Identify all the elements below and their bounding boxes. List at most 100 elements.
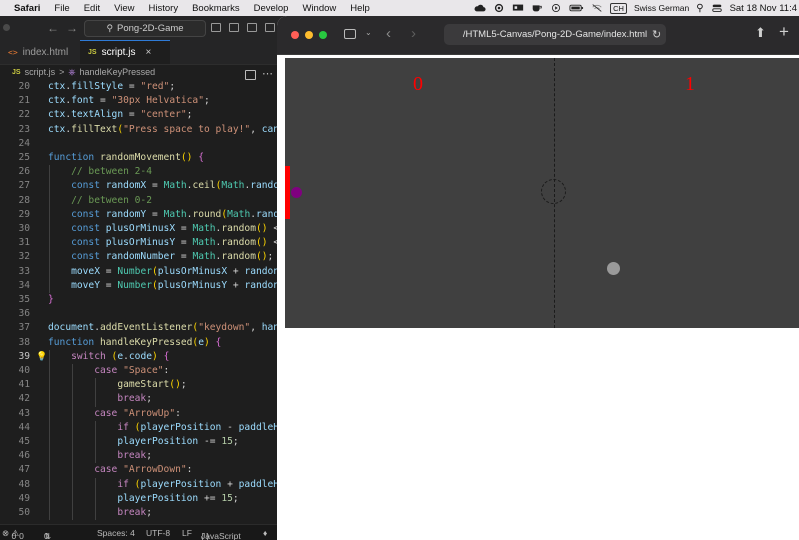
code-line[interactable]: 22 ctx.textAlign = "center";: [0, 108, 282, 122]
window-dot[interactable]: [3, 24, 10, 31]
code-line[interactable]: 35}: [0, 293, 282, 307]
toggle-sidebar-icon[interactable]: [211, 23, 221, 32]
code-line[interactable]: 28 // between 0-2: [0, 194, 282, 208]
code-text: case "ArrowUp":: [94, 407, 181, 419]
code-line[interactable]: 33 moveX = Number(plusOrMinusX + randon: [0, 265, 282, 279]
close-icon[interactable]: ×: [145, 47, 151, 58]
back-chevron-icon[interactable]: ‹: [386, 25, 391, 42]
editor-tab-bar: <> index.html JS script.js × ⋯: [0, 40, 282, 80]
status-bar: ⊗ 0 ⚠ 0 ⇅ 0 Spaces: 4 UTF-8 LF { } JavaS…: [0, 524, 282, 540]
menu-help[interactable]: Help: [343, 3, 377, 14]
cloud-icon[interactable]: [474, 3, 486, 13]
command-search-box[interactable]: ⚲ Pong-2D-Game: [84, 20, 206, 37]
menu-view[interactable]: View: [107, 3, 141, 14]
line-number: 32: [18, 251, 30, 263]
menu-clock[interactable]: Sat 18 Nov 11:4: [730, 3, 797, 14]
customize-layout-icon[interactable]: [265, 23, 275, 32]
breadcrumb-file[interactable]: script.js: [25, 67, 56, 77]
code-line[interactable]: 43 case "ArrowUp":: [0, 407, 282, 421]
monitor-icon[interactable]: [512, 3, 524, 13]
chevron-down-icon[interactable]: ⌄: [365, 28, 372, 37]
menu-file[interactable]: File: [47, 3, 76, 14]
code-line[interactable]: 39 💡 switch (e.code) {: [0, 350, 282, 364]
indent-guide: [95, 378, 96, 407]
play-circle-icon[interactable]: [550, 3, 562, 13]
code-text: const randomX = Math.ceil(Math.rando: [71, 180, 280, 192]
code-line[interactable]: 21 ctx.font = "30px Helvatica";: [0, 94, 282, 108]
code-line[interactable]: 26 // between 2-4: [0, 165, 282, 179]
minimize-window-button[interactable]: [305, 31, 313, 39]
code-line[interactable]: 27 const randomX = Math.ceil(Math.rando: [0, 179, 282, 193]
code-line[interactable]: 20 ctx.fillStyle = "red";: [0, 80, 282, 94]
wifi-off-icon[interactable]: [591, 3, 603, 13]
apple-icon[interactable]: [0, 3, 8, 13]
code-line[interactable]: 47 case "ArrowDown":: [0, 463, 282, 477]
tab-script-js[interactable]: JS script.js ×: [80, 40, 170, 64]
close-window-button[interactable]: [291, 31, 299, 39]
reload-icon[interactable]: ↻: [652, 28, 661, 41]
toggle-panel-icon[interactable]: [229, 23, 239, 32]
new-tab-plus-icon[interactable]: +: [779, 22, 789, 42]
indentation-status[interactable]: Spaces: 4: [97, 528, 135, 538]
control-center-icon[interactable]: [711, 3, 723, 13]
encoding-status[interactable]: UTF-8: [146, 528, 170, 538]
code-line[interactable]: 37 document.addEventListener("keydown", h…: [0, 321, 282, 335]
code-line[interactable]: 34 moveY = Number(plusOrMinusY + randon: [0, 279, 282, 293]
js-file-icon: JS: [88, 49, 97, 56]
code-text: ctx.textAlign = "center";: [48, 109, 193, 121]
search-icon[interactable]: ⚲: [696, 3, 703, 14]
creative-cloud-icon[interactable]: [493, 3, 505, 13]
lightbulb-icon[interactable]: 💡: [36, 350, 47, 364]
menu-edit[interactable]: Edit: [77, 3, 107, 14]
problems-indicator[interactable]: ⊗ 0 ⚠ 0: [2, 528, 24, 540]
menu-bookmarks[interactable]: Bookmarks: [185, 3, 247, 14]
address-bar[interactable]: /HTML5-Canvas/Pong-2D-Game/index.html: [444, 24, 666, 45]
menu-window[interactable]: Window: [295, 3, 343, 14]
code-line[interactable]: 46 break;: [0, 449, 282, 463]
eol-status[interactable]: LF: [182, 528, 192, 538]
game-canvas[interactable]: 0 1: [285, 58, 799, 328]
sidebar-toggle-icon[interactable]: [344, 29, 356, 39]
forward-arrow-icon[interactable]: →: [66, 21, 78, 35]
code-line[interactable]: 45 playerPosition -= 15;: [0, 435, 282, 449]
code-line[interactable]: 25 function randomMovement() {: [0, 151, 282, 165]
address-text: /HTML5-Canvas/Pong-2D-Game/index.html: [462, 29, 648, 40]
menu-develop[interactable]: Develop: [247, 3, 296, 14]
code-line[interactable]: 42 break;: [0, 392, 282, 406]
line-number: 44: [18, 421, 30, 433]
code-line[interactable]: 23 ctx.fillText("Press space to play!", c…: [0, 123, 282, 137]
code-line[interactable]: 50 break;: [0, 506, 282, 520]
back-arrow-icon[interactable]: ←: [47, 21, 59, 35]
tab-label: index.html: [22, 46, 69, 58]
code-line[interactable]: 29 const randomY = Math.round(Math.rand: [0, 208, 282, 222]
code-line[interactable]: 31 const plusOrMinusY = Math.random() <: [0, 236, 282, 250]
code-text: moveY = Number(plusOrMinusY + randon: [71, 279, 280, 291]
battery-icon[interactable]: [569, 3, 584, 13]
share-icon[interactable]: ⬆: [755, 25, 766, 41]
search-icon: ⚲: [106, 23, 114, 33]
code-line[interactable]: 30 const plusOrMinusX = Math.random() <: [0, 222, 282, 236]
code-line[interactable]: 24: [0, 137, 282, 151]
notifications-bell-icon[interactable]: ♦: [263, 528, 267, 538]
code-line[interactable]: 44 if (playerPosition - paddleH: [0, 421, 282, 435]
code-line[interactable]: 49 playerPosition += 15;: [0, 492, 282, 506]
code-line[interactable]: 32 const randomNumber = Math.random();: [0, 250, 282, 264]
menu-app-name[interactable]: Safari: [8, 3, 47, 14]
js-file-icon: JS: [12, 68, 21, 76]
code-line[interactable]: 40 case "Space":: [0, 364, 282, 378]
input-source-label[interactable]: Swiss German: [634, 3, 689, 13]
code-line[interactable]: 38 function handleKeyPressed(e) {: [0, 336, 282, 350]
tab-index-html[interactable]: <> index.html: [0, 40, 80, 64]
coffee-cup-icon[interactable]: [531, 3, 543, 13]
code-line[interactable]: 36: [0, 307, 282, 321]
menu-history[interactable]: History: [142, 3, 186, 14]
code-line[interactable]: 41 gameStart();: [0, 378, 282, 392]
input-source-badge[interactable]: CH: [610, 2, 627, 14]
zoom-window-button[interactable]: [319, 31, 327, 39]
line-number: 40: [18, 365, 30, 376]
breadcrumb-symbol[interactable]: handleKeyPressed: [80, 67, 156, 77]
forward-chevron-icon[interactable]: ›: [411, 25, 416, 42]
code-text: document.addEventListener("keydown", han: [48, 322, 280, 334]
toggle-secondary-sidebar-icon[interactable]: [247, 23, 257, 32]
code-line[interactable]: 48 if (playerPosition + paddleH: [0, 478, 282, 492]
